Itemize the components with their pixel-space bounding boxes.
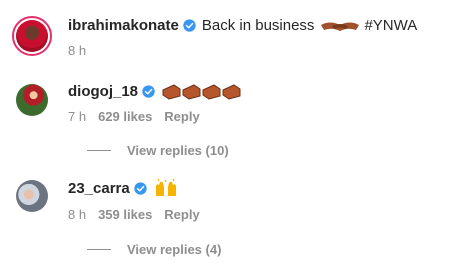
raised-hands-icon: [155, 179, 176, 196]
avatar-23_carra[interactable]: [16, 180, 48, 212]
handshake-icon: [321, 22, 360, 31]
timestamp: 7 h: [68, 109, 87, 124]
verified-badge-icon: [134, 181, 147, 195]
bricks-icon: [162, 84, 241, 100]
verified-badge-icon: [183, 19, 196, 32]
divider-line: [87, 249, 111, 250]
likes-count[interactable]: 629 likes: [98, 109, 152, 124]
reply-button[interactable]: Reply: [164, 207, 199, 222]
post-comment-row: ibrahimakonate Back in business #YNWA: [68, 17, 417, 34]
view-replies-button[interactable]: View replies (4): [127, 242, 221, 257]
hashtag-link[interactable]: #YNWA: [364, 17, 417, 34]
timestamp: 8 h: [68, 207, 87, 222]
comment-meta-1: 7 h 629 likes Reply: [68, 109, 212, 124]
comment-row-2: 23_carra: [68, 179, 179, 197]
avatar-diogoj_18[interactable]: [16, 84, 48, 116]
comment-text: Back in business: [201, 17, 315, 34]
avatar-image: [16, 20, 48, 52]
avatar-ibrahimakonate[interactable]: [12, 16, 52, 56]
username-link[interactable]: diogoj_18: [68, 83, 138, 100]
verified-badge-icon: [142, 84, 155, 98]
view-replies-row-1[interactable]: View replies (10): [87, 143, 229, 158]
comments-section: ibrahimakonate Back in business #YNWA 8 …: [0, 0, 465, 270]
comment-row-1: diogoj_18: [68, 82, 243, 100]
reply-button[interactable]: Reply: [164, 109, 199, 124]
divider-line: [87, 150, 111, 151]
view-replies-button[interactable]: View replies (10): [127, 143, 229, 158]
username-link[interactable]: ibrahimakonate: [68, 17, 179, 34]
likes-count[interactable]: 359 likes: [98, 207, 152, 222]
comment-meta-2: 8 h 359 likes Reply: [68, 207, 212, 222]
username-link[interactable]: 23_carra: [68, 180, 130, 197]
view-replies-row-2[interactable]: View replies (4): [87, 242, 221, 257]
post-meta: 8 h: [68, 43, 98, 58]
timestamp: 8 h: [68, 43, 87, 58]
